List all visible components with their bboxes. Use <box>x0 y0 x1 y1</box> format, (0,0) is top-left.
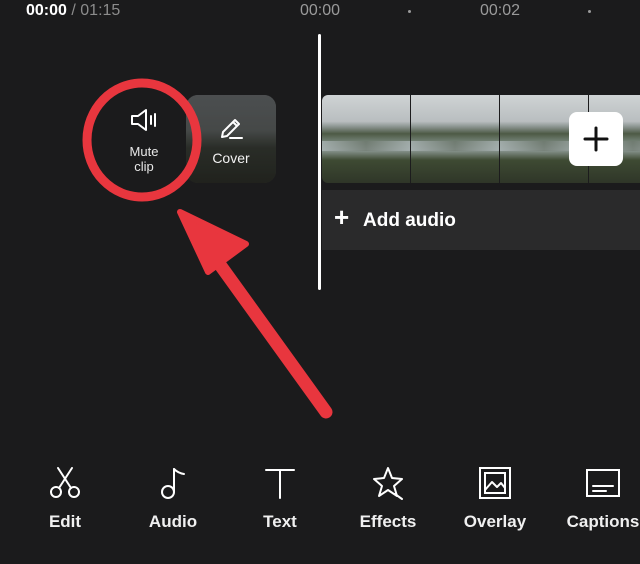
cover-label: Cover <box>212 150 250 166</box>
toolbar-audio-label: Audio <box>148 512 198 531</box>
ruler-tick <box>408 10 411 13</box>
arrow-head <box>177 209 249 275</box>
pencil-icon <box>221 119 243 139</box>
ruler-label-1: 00:02 <box>480 2 521 19</box>
text-icon <box>265 469 295 499</box>
plus-icon <box>583 126 609 152</box>
bottom-toolbar: Edit Audio Text Effects Overlay Captions <box>0 464 640 564</box>
speaker-icon <box>129 97 159 138</box>
timeline-header: 00:00 / 01:15 00:00 00:02 <box>0 0 640 24</box>
timecode: 00:00 / 01:15 <box>26 2 120 20</box>
mute-clip-label: Mute clip <box>114 144 174 174</box>
star-effects-icon <box>373 467 403 500</box>
total-time: 01:15 <box>80 2 121 19</box>
toolbar-captions-label: Captions <box>566 512 640 531</box>
ruler-tick <box>588 10 591 13</box>
time-separator: / <box>71 2 76 19</box>
cover-button[interactable]: Cover <box>186 95 276 183</box>
clip-thumbnail <box>322 95 410 183</box>
toolbar-audio[interactable]: Audio <box>123 464 223 560</box>
toolbar-text-label: Text <box>263 512 297 531</box>
music-note-icon <box>161 468 185 499</box>
overlay-icon <box>479 467 511 499</box>
plus-icon: + <box>334 202 350 232</box>
add-clip-button[interactable] <box>569 112 623 166</box>
toolbar-overlay-label: Overlay <box>463 512 527 531</box>
captions-icon <box>586 469 620 497</box>
toolbar-overlay[interactable]: Overlay <box>445 464 545 560</box>
mute-label-line1: Mute <box>129 144 159 159</box>
toolbar-effects-label: Effects <box>359 512 417 531</box>
playhead[interactable] <box>318 34 321 290</box>
toolbar-effects[interactable]: Effects <box>338 464 438 560</box>
toolbar-captions[interactable]: Captions <box>553 464 640 560</box>
scissors-icon <box>50 467 80 498</box>
add-audio-label: Add audio <box>363 210 456 231</box>
toolbar-edit-label: Edit <box>48 512 82 531</box>
arrow-shaft <box>211 255 333 419</box>
ruler-label-0: 00:00 <box>300 2 341 19</box>
current-time: 00:00 <box>26 2 67 19</box>
mute-clip-button[interactable]: Mute clip <box>104 97 184 183</box>
mute-label-line2: clip <box>134 159 154 174</box>
clip-thumbnail <box>411 95 499 183</box>
toolbar-text[interactable]: Text <box>230 464 330 560</box>
add-audio-button[interactable]: + Add audio <box>322 190 640 250</box>
toolbar-edit[interactable]: Edit <box>15 464 115 560</box>
